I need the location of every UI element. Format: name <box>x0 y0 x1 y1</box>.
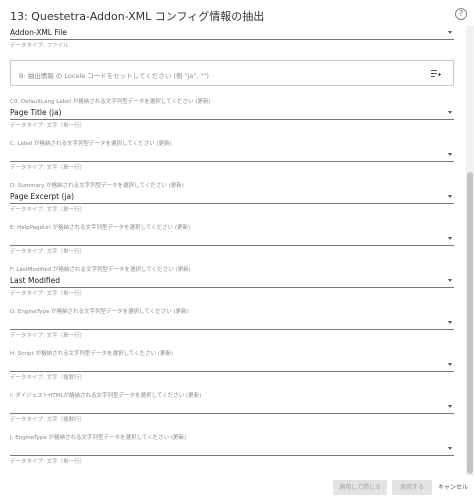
locale-input-placeholder: B: 抽出情報 の Locale コードをセットしてください (例 "ja", … <box>19 72 209 80</box>
file-select[interactable]: Addon-XML File <box>10 26 454 40</box>
mapping-field-e: E: HelpPageUrl が格納される文字列型データを選択してください (更… <box>10 223 454 257</box>
dialog-title: 13: Questetra-Addon-XML コンフィグ情報の抽出 <box>10 10 265 23</box>
dialog-header: 13: Questetra-Addon-XML コンフィグ情報の抽出 ? <box>0 0 474 26</box>
file-select-value: Addon-XML File <box>10 28 67 37</box>
mapping-field-label: E: HelpPageUrl が格納される文字列型データを選択してください (更… <box>10 225 191 231</box>
mapping-select-value: Page Title (ja) <box>10 108 62 117</box>
insert-variable-icon[interactable] <box>431 69 441 79</box>
mapping-field-hint: データタイプ: 文字（単一行） <box>10 123 86 129</box>
help-icon[interactable]: ? <box>455 8 467 20</box>
mapping-select[interactable] <box>10 148 454 162</box>
mapping-field-label: F: LastModified が格納される文字列型データを選択してください (… <box>10 267 191 273</box>
mapping-select[interactable] <box>10 232 454 246</box>
mapping-field-j: J: EngineType が格納される文字列型データを選択してください (更新… <box>10 433 454 467</box>
mapping-field-hint: データタイプ: 文字（単一行） <box>10 165 86 171</box>
mapping-field-hint: データタイプ: 文字（単一行） <box>10 333 86 339</box>
mapping-select[interactable] <box>10 358 454 372</box>
chevron-down-icon <box>448 363 452 366</box>
mapping-field-hint: データタイプ: 文字（単一行） <box>10 249 86 255</box>
chevron-down-icon <box>448 447 452 450</box>
mapping-field-hint: データタイプ: 文字（複数行） <box>10 375 86 381</box>
mapping-field-g: G: EngineType が格納される文字列型データを選択してください (更新… <box>10 307 454 341</box>
file-field: Addon-XML File データタイプ: ファイル <box>10 26 454 49</box>
mapping-field-d: D: Summary が格納される文字列型データを選択してください (更新) P… <box>10 181 454 215</box>
mapping-select-value: Last Modified <box>10 276 61 285</box>
chevron-down-icon <box>448 279 452 282</box>
cancel-button[interactable]: キャンセル <box>436 480 470 495</box>
mapping-field-label: G: EngineType が格納される文字列型データを選択してください (更新… <box>10 309 189 315</box>
mapping-select[interactable] <box>10 400 454 414</box>
chevron-down-icon <box>448 195 452 198</box>
dialog-footer: 適用して閉じる 適用する キャンセル <box>0 476 474 499</box>
mapping-field-hint: データタイプ: 文字（複数行） <box>10 417 86 423</box>
chevron-down-icon <box>448 405 452 408</box>
file-field-hint: データタイプ: ファイル <box>10 43 69 49</box>
chevron-down-icon <box>448 153 452 156</box>
mapping-field-hint: データタイプ: 文字（単一行） <box>10 459 86 465</box>
chevron-down-icon <box>448 111 452 114</box>
mapping-field-label: I: ダイジェストHTMLが格納される文字列型データを選択してください (更新) <box>10 393 202 399</box>
mapping-select[interactable] <box>10 316 454 330</box>
chevron-down-icon <box>448 31 452 34</box>
chevron-down-icon <box>448 237 452 240</box>
apply-close-button[interactable]: 適用して閉じる <box>333 480 387 495</box>
chevron-down-icon <box>448 321 452 324</box>
mapping-select[interactable]: Page Excerpt (ja) <box>10 190 454 204</box>
mapping-field-hint: データタイプ: 文字（単一行） <box>10 291 86 297</box>
mapping-field-label: D: Summary が格納される文字列型データを選択してください (更新) <box>10 183 184 189</box>
mapping-field-c: C: Label が格納される文字列型データを選択してください (更新) データ… <box>10 139 454 173</box>
mapping-field-label: H: Script が格納される文字列型データを選択してください (更新) <box>10 351 174 357</box>
mapping-select-value: Page Excerpt (ja) <box>10 192 75 201</box>
mapping-field-h: H: Script が格納される文字列型データを選択してください (更新) デー… <box>10 349 454 383</box>
mapping-field-c0: C0: DefaultLang Label が格納される文字列型データを選択して… <box>10 97 454 131</box>
mapping-select[interactable] <box>10 442 454 456</box>
mapping-field-label: J: EngineType が格納される文字列型データを選択してください (更新… <box>10 435 187 441</box>
mapping-field-f: F: LastModified が格納される文字列型データを選択してください (… <box>10 265 454 299</box>
mapping-select[interactable]: Page Title (ja) <box>10 106 454 120</box>
mapping-field-label: C: Label が格納される文字列型データを選択してください (更新) <box>10 141 172 147</box>
mapping-select[interactable]: Last Modified <box>10 274 454 288</box>
mapping-field-label: C0: DefaultLang Label が格納される文字列型データを選択して… <box>10 99 211 105</box>
locale-input[interactable]: B: 抽出情報 の Locale コードをセットしてください (例 "ja", … <box>10 60 454 86</box>
mapping-field-i: I: ダイジェストHTMLが格納される文字列型データを選択してください (更新)… <box>10 391 454 425</box>
mapping-field-hint: データタイプ: 文字（単一行） <box>10 207 86 213</box>
apply-button[interactable]: 適用する <box>392 480 432 495</box>
scrollbar-thumb[interactable] <box>467 172 473 474</box>
